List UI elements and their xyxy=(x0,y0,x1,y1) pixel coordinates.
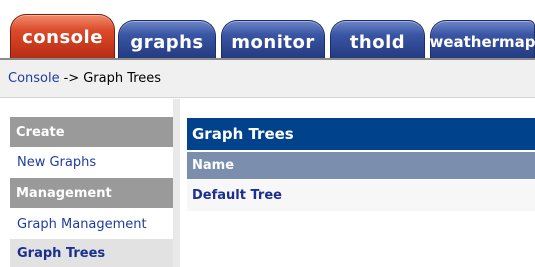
tab-bar: console graphs monitor thold weathermap xyxy=(0,0,535,60)
tab-graphs[interactable]: graphs xyxy=(118,20,216,60)
page-title: Graph Trees xyxy=(187,118,535,150)
tab-monitor[interactable]: monitor xyxy=(221,20,325,60)
sidebar-menu: Create New Graphs Management Graph Manag… xyxy=(0,99,180,267)
table-row: Default Tree xyxy=(187,180,535,211)
breadcrumb-separator: -> xyxy=(63,71,80,86)
menu-header-management: Management xyxy=(10,178,173,208)
sidebar-item-graph-trees[interactable]: Graph Trees xyxy=(10,239,173,267)
column-header-name[interactable]: Name xyxy=(187,152,535,179)
tab-thold[interactable]: thold xyxy=(330,20,425,60)
menu-header-create: Create xyxy=(10,117,173,147)
tree-link-default-tree[interactable]: Default Tree xyxy=(192,188,282,203)
breadcrumb-console-link[interactable]: Console xyxy=(8,71,60,86)
breadcrumb: Console -> Graph Trees xyxy=(0,60,535,98)
sidebar-item-graph-management[interactable]: Graph Management xyxy=(10,210,173,239)
sidebar-item-new-graphs[interactable]: New Graphs xyxy=(10,148,173,177)
breadcrumb-current: Graph Trees xyxy=(83,71,162,86)
tab-weathermap[interactable]: weathermap xyxy=(429,20,535,60)
tab-console[interactable]: console xyxy=(10,14,115,60)
